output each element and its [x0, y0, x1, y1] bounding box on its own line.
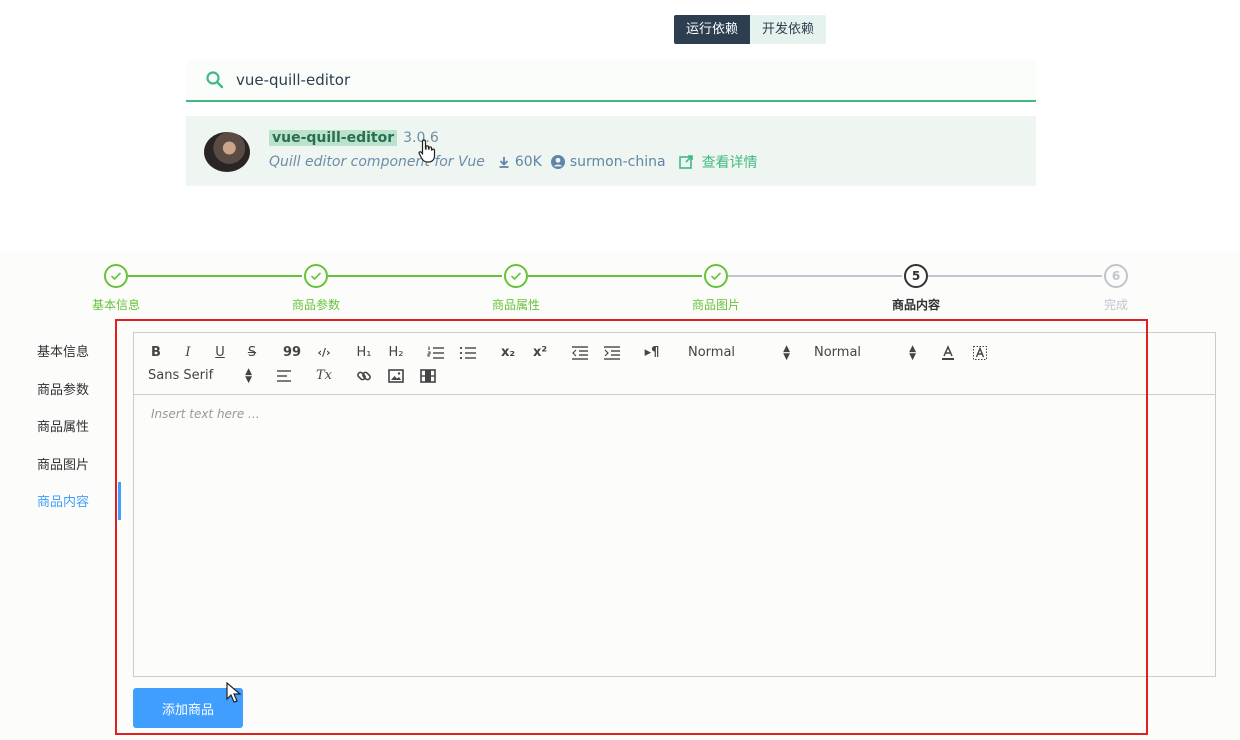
steps-bar: 5 6 基本信息 商品参数 商品属性 商品图片 商品内容 完成 [0, 252, 1240, 320]
header-picker[interactable]: Normal ▲ ▼ [810, 342, 920, 364]
package-meta-line: Quill editor component for Vue 60K surmo… [269, 152, 758, 172]
view-details-link[interactable]: 查看详情 [678, 152, 758, 172]
step-6-label: 完成 [1103, 298, 1128, 312]
picker-arrows-icon: ▲ ▼ [909, 343, 916, 362]
link-icon [357, 371, 371, 380]
download-count-value: 60K [514, 154, 542, 170]
font-color-button[interactable] [936, 342, 960, 364]
size-picker-value: Normal [688, 345, 736, 360]
package-result-item[interactable]: vue-quill-editor 3.0.6 Quill editor comp… [186, 116, 1036, 186]
background-color-button[interactable] [968, 342, 992, 364]
user-icon [550, 155, 565, 169]
strike-button[interactable]: S [240, 342, 264, 364]
package-description: Quill editor component for Vue [269, 154, 485, 170]
side-tab-basic-info[interactable]: 基本信息 [20, 334, 124, 372]
tab-runtime-deps[interactable]: 运行依赖 [674, 15, 751, 44]
step-4-check-icon [704, 264, 728, 288]
step-connector [528, 275, 702, 277]
download-count: 60K [497, 154, 542, 170]
package-name[interactable]: vue-quill-editor [269, 130, 398, 146]
picker-arrows-icon: ▲ ▼ [783, 343, 790, 362]
toolbar-row-1: B I U S 99 ‹/› H₁ H₂ x₂ x² ▸¶ Normal ▲ ▼… [144, 341, 1205, 364]
link-button[interactable] [352, 365, 376, 387]
step-connector [728, 275, 902, 277]
superscript-button[interactable]: x² [528, 342, 552, 364]
indent-icon [604, 345, 620, 360]
image-button[interactable] [384, 365, 408, 387]
toolbar-row-2: Sans Serif ▲ ▼ Tx [144, 364, 1205, 387]
hand-cursor-icon [418, 139, 436, 163]
background-color-icon [973, 345, 987, 360]
side-tabs: 基本信息 商品参数 商品属性 商品图片 商品内容 [20, 334, 124, 522]
font-picker[interactable]: Sans Serif ▲ ▼ [144, 365, 256, 387]
blockquote-button[interactable]: 99 [280, 342, 304, 364]
header-2-button[interactable]: H₂ [384, 342, 408, 364]
ordered-list-button[interactable] [424, 342, 448, 364]
arrow-cursor-icon [226, 682, 242, 703]
active-tab-indicator [118, 482, 121, 520]
author-name[interactable]: surmon-china [570, 154, 666, 170]
video-icon [420, 368, 436, 383]
step-connector [128, 275, 302, 277]
package-search-area: 运行依赖 开发依赖 vue-quill-editor 3.0.6 Quill e… [0, 0, 1240, 210]
search-box [186, 60, 1036, 102]
font-color-icon [942, 344, 954, 360]
step-2-check-icon [304, 264, 328, 288]
step-3-label: 商品属性 [491, 298, 540, 312]
step-4-label: 商品图片 [691, 298, 740, 312]
author-avatar [204, 132, 250, 172]
step-2-label: 商品参数 [291, 298, 340, 312]
add-goods-form: 5 6 基本信息 商品参数 商品属性 商品图片 商品内容 完成 基本信息 商品参… [0, 252, 1240, 740]
font-picker-value: Sans Serif [148, 368, 214, 383]
header-1-button[interactable]: H₁ [352, 342, 376, 364]
package-search-panel: 运行依赖 开发依赖 vue-quill-editor 3.0.6 Quill e… [186, 0, 1036, 200]
step-connector [328, 275, 502, 277]
tab-dev-deps[interactable]: 开发依赖 [750, 15, 827, 44]
step-1-label: 基本信息 [91, 298, 140, 312]
clean-format-button[interactable]: Tx [312, 365, 336, 387]
editor-toolbar: B I U S 99 ‹/› H₁ H₂ x₂ x² ▸¶ Normal ▲ ▼… [134, 333, 1215, 395]
header-picker-value: Normal [814, 345, 862, 360]
step-6-number: 6 [1104, 264, 1128, 288]
step-5-number: 5 [904, 264, 928, 288]
image-icon [388, 368, 404, 383]
text-direction-button[interactable]: ▸¶ [640, 342, 664, 364]
picker-arrows-icon: ▲ ▼ [245, 366, 252, 385]
side-tab-images[interactable]: 商品图片 [20, 447, 124, 485]
dependency-tabs: 运行依赖 开发依赖 [674, 15, 827, 44]
side-tab-params[interactable]: 商品参数 [20, 372, 124, 410]
align-button[interactable] [272, 365, 296, 387]
step-connector [928, 275, 1102, 277]
ordered-list-icon [427, 346, 444, 359]
code-block-button[interactable]: ‹/› [312, 342, 336, 364]
step-1-check-icon [104, 264, 128, 288]
external-link-icon [678, 155, 693, 169]
download-icon [499, 157, 509, 168]
size-picker[interactable]: Normal ▲ ▼ [684, 342, 794, 364]
step-3-check-icon [504, 264, 528, 288]
bold-button[interactable]: B [144, 342, 168, 364]
author-info: surmon-china [550, 154, 666, 170]
underline-button[interactable]: U [208, 342, 232, 364]
rich-text-editor: B I U S 99 ‹/› H₁ H₂ x₂ x² ▸¶ Normal ▲ ▼… [133, 332, 1216, 677]
bullet-list-button[interactable] [456, 342, 480, 364]
align-left-icon [277, 369, 291, 382]
outdent-icon [572, 345, 588, 360]
indent-button[interactable] [600, 342, 624, 364]
subscript-button[interactable]: x₂ [496, 342, 520, 364]
editor-placeholder: Insert text here ... [151, 407, 260, 421]
italic-button[interactable]: I [176, 342, 200, 364]
video-button[interactable] [416, 365, 440, 387]
view-details-label: 查看详情 [701, 155, 758, 171]
side-tab-content[interactable]: 商品内容 [20, 484, 124, 522]
search-input[interactable] [236, 71, 936, 89]
bullet-list-icon [459, 346, 476, 359]
package-title-line: vue-quill-editor 3.0.6 [269, 130, 439, 146]
search-icon [206, 71, 224, 89]
outdent-button[interactable] [568, 342, 592, 364]
editor-content[interactable]: Insert text here ... [134, 395, 1215, 677]
side-tab-attributes[interactable]: 商品属性 [20, 409, 124, 447]
step-5-label: 商品内容 [891, 298, 940, 312]
